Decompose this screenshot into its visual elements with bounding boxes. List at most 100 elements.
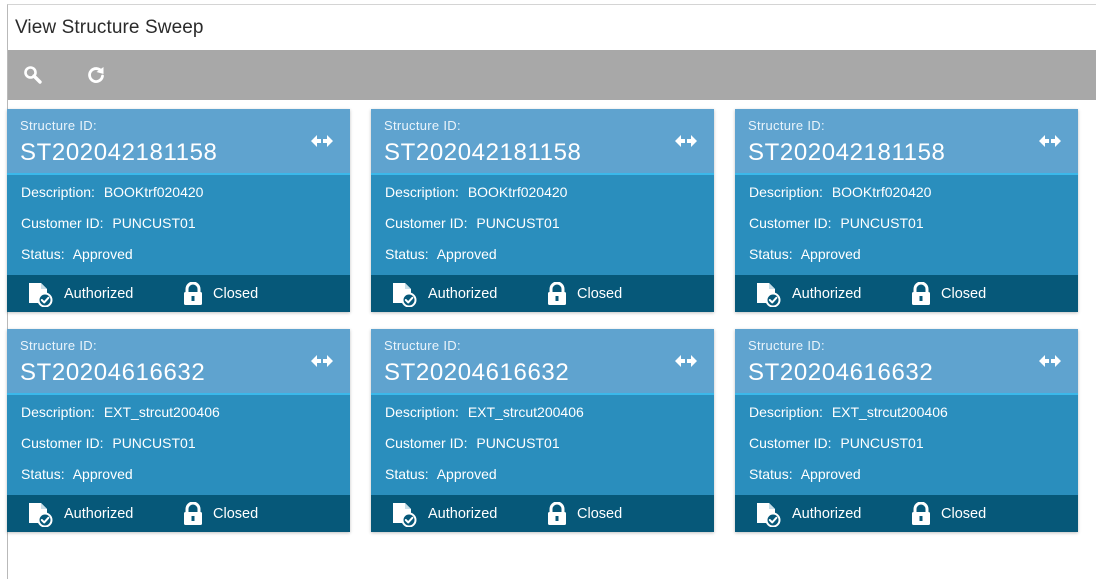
description-value: EXT_strcut200406 <box>831 404 948 420</box>
card-header: Structure ID: ST202042181158 <box>735 109 1078 175</box>
structure-id-value: ST202042181158 <box>748 139 946 166</box>
closed-label: Closed <box>941 285 987 302</box>
structure-id-value: ST20204616632 <box>20 359 206 386</box>
structure-id-label: Structure ID: <box>20 338 97 353</box>
status-label: Status: <box>749 246 793 262</box>
structure-card[interactable]: Structure ID: ST20204616632 Description:… <box>735 329 1078 532</box>
authorized-document-icon <box>393 502 417 527</box>
status-value: Approved <box>436 466 497 482</box>
status-row: Status: Approved <box>735 239 1078 270</box>
authorized-label: Authorized <box>64 285 134 302</box>
swap-arrows-icon[interactable] <box>307 353 337 369</box>
description-label: Description: <box>385 404 459 420</box>
lock-status: Closed <box>909 495 986 532</box>
customer-id-value: PUNCUST01 <box>840 435 924 451</box>
card-header: Structure ID: ST20204616632 <box>7 329 350 395</box>
status-label: Status: <box>385 466 429 482</box>
structure-card[interactable]: Structure ID: ST20204616632 Description:… <box>371 329 714 532</box>
card-header: Structure ID: ST20204616632 <box>735 329 1078 395</box>
structure-id-label: Structure ID: <box>748 338 825 353</box>
authorized-label: Authorized <box>428 505 498 522</box>
card-header: Structure ID: ST20204616632 <box>371 329 714 395</box>
lock-status: Closed <box>545 275 622 312</box>
authorized-document-icon <box>29 282 53 307</box>
status-row: Status: Approved <box>371 459 714 490</box>
search-icon <box>24 66 42 84</box>
description-value: BOOKtrf020420 <box>831 184 932 200</box>
card-body: Description: EXT_strcut200406 Customer I… <box>735 395 1078 495</box>
authorized-status: Authorized <box>26 275 133 312</box>
description-row: Description: EXT_strcut200406 <box>371 397 714 428</box>
toolbar <box>8 50 1096 100</box>
search-button[interactable] <box>20 62 46 88</box>
structure-id-value: ST202042181158 <box>384 139 582 166</box>
customer-id-value: PUNCUST01 <box>840 215 924 231</box>
swap-arrows-icon[interactable] <box>1035 353 1065 369</box>
card-body: Description: EXT_strcut200406 Customer I… <box>371 395 714 495</box>
description-row: Description: EXT_strcut200406 <box>7 397 350 428</box>
swap-arrows-icon[interactable] <box>671 133 701 149</box>
customer-id-label: Customer ID: <box>21 215 104 231</box>
customer-id-label: Customer ID: <box>385 215 468 231</box>
structure-card-grid: Structure ID: ST202042181158 Description… <box>7 109 1078 532</box>
refresh-button[interactable] <box>83 62 109 88</box>
authorized-document-icon <box>393 282 417 307</box>
status-row: Status: Approved <box>371 239 714 270</box>
description-value: EXT_strcut200406 <box>467 404 584 420</box>
customer-id-row: Customer ID: PUNCUST01 <box>7 428 350 459</box>
structure-id-value: ST202042181158 <box>20 139 218 166</box>
customer-id-value: PUNCUST01 <box>476 215 560 231</box>
status-value: Approved <box>72 466 133 482</box>
card-footer: Authorized Closed <box>371 495 714 532</box>
structure-card[interactable]: Structure ID: ST202042181158 Description… <box>735 109 1078 312</box>
authorized-label: Authorized <box>64 505 134 522</box>
description-label: Description: <box>749 184 823 200</box>
page-title: View Structure Sweep <box>15 17 204 38</box>
lock-status: Closed <box>909 275 986 312</box>
status-row: Status: Approved <box>735 459 1078 490</box>
structure-card[interactable]: Structure ID: ST20204616632 Description:… <box>7 329 350 532</box>
card-header: Structure ID: ST202042181158 <box>371 109 714 175</box>
structure-card[interactable]: Structure ID: ST202042181158 Description… <box>371 109 714 312</box>
authorized-document-icon <box>757 502 781 527</box>
customer-id-label: Customer ID: <box>749 435 832 451</box>
lock-icon <box>912 281 930 305</box>
description-label: Description: <box>21 184 95 200</box>
status-value: Approved <box>72 246 133 262</box>
status-value: Approved <box>800 466 861 482</box>
swap-arrows-icon[interactable] <box>307 133 337 149</box>
lock-icon <box>912 501 930 525</box>
status-row: Status: Approved <box>7 239 350 270</box>
status-label: Status: <box>749 466 793 482</box>
swap-arrows-icon[interactable] <box>1035 133 1065 149</box>
status-row: Status: Approved <box>7 459 350 490</box>
status-label: Status: <box>385 246 429 262</box>
card-footer: Authorized Closed <box>735 495 1078 532</box>
customer-id-row: Customer ID: PUNCUST01 <box>7 208 350 239</box>
description-row: Description: BOOKtrf020420 <box>735 177 1078 208</box>
card-body: Description: BOOKtrf020420 Customer ID: … <box>7 175 350 275</box>
structure-id-value: ST20204616632 <box>748 359 934 386</box>
authorized-status: Authorized <box>26 495 133 532</box>
structure-card[interactable]: Structure ID: ST202042181158 Description… <box>7 109 350 312</box>
description-row: Description: EXT_strcut200406 <box>735 397 1078 428</box>
card-body: Description: BOOKtrf020420 Customer ID: … <box>371 175 714 275</box>
structure-id-value: ST20204616632 <box>384 359 570 386</box>
refresh-icon <box>88 67 104 83</box>
swap-arrows-icon[interactable] <box>671 353 701 369</box>
authorized-status: Authorized <box>390 495 497 532</box>
description-label: Description: <box>749 404 823 420</box>
authorized-status: Authorized <box>754 495 861 532</box>
card-footer: Authorized Closed <box>7 275 350 312</box>
authorized-label: Authorized <box>428 285 498 302</box>
authorized-status: Authorized <box>390 275 497 312</box>
structure-id-label: Structure ID: <box>20 118 97 133</box>
customer-id-value: PUNCUST01 <box>476 435 560 451</box>
status-label: Status: <box>21 246 65 262</box>
authorized-label: Authorized <box>792 285 862 302</box>
authorized-document-icon <box>29 502 53 527</box>
customer-id-row: Customer ID: PUNCUST01 <box>735 428 1078 459</box>
authorized-document-icon <box>757 282 781 307</box>
card-body: Description: BOOKtrf020420 Customer ID: … <box>735 175 1078 275</box>
status-label: Status: <box>21 466 65 482</box>
